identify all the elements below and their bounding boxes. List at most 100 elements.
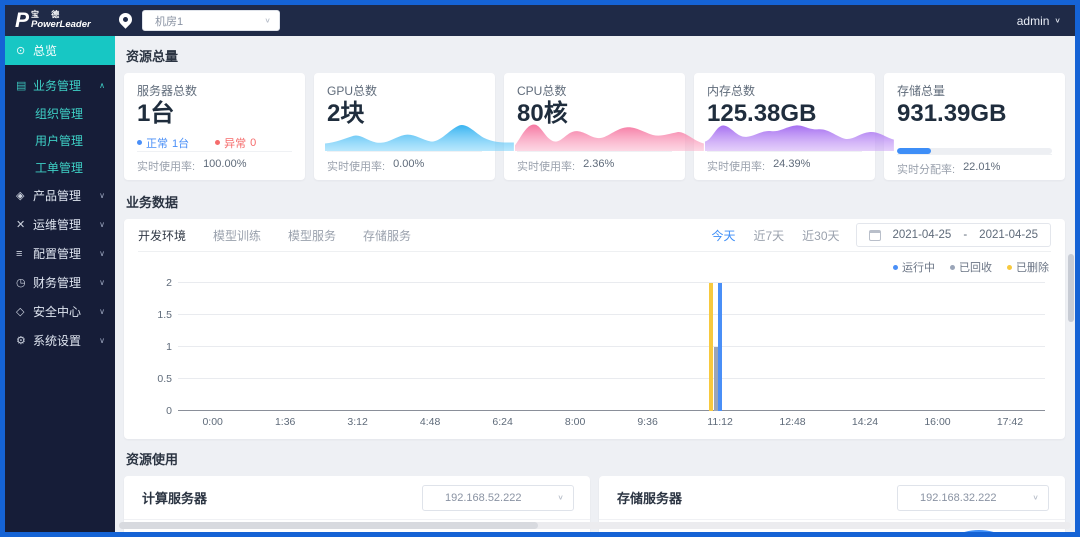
vertical-scrollbar-thumb[interactable] [1068,254,1074,322]
shield-icon: ◇ [16,306,25,318]
tab-model-service[interactable]: 模型服务 [288,227,336,244]
storage-server-select[interactable]: 192.168.32.222 ∨ [897,484,1049,511]
y-axis-label: 0 [166,405,172,417]
tab-model-training[interactable]: 模型训练 [213,227,261,244]
date-range-picker[interactable]: 2021-04-25 - 2021-04-25 [855,223,1051,247]
chart-bar-已回收[interactable] [713,347,718,411]
x-axis-label: 6:24 [492,416,513,428]
status-dot [215,140,221,146]
chevron-down-icon: ∨ [1054,16,1061,25]
gridline [178,378,1045,379]
resource-usage-title: 资源使用 [126,452,179,467]
x-axis-label: 11:12 [707,416,733,428]
tab-dev-env[interactable]: 开发环境 [138,227,186,244]
powerleader-logo-icon: P [15,9,30,32]
gridline [178,314,1045,315]
status-dot [137,140,142,146]
sidebar-item-ops-mgmt[interactable]: ✕ 运维管理 ∨ [5,210,115,239]
main-content: 资源总量 服务器总数 1台 正常 1台 异常 0 实时使用率: 100.00% … [115,36,1075,532]
sidebar-item-business-mgmt[interactable]: ▤ 业务管理 ∧ [5,71,115,100]
x-axis-label: 9:36 [637,416,658,428]
x-axis-label: 4:48 [419,416,441,428]
legend-dot [893,264,898,270]
y-axis-label: 1.5 [157,309,172,321]
memory-total-card: 内存总数 125.38GB 实时使用率: 24.39% [694,73,894,180]
brand-name-cn: 宝 德 [31,10,65,20]
business-tabbar: 开发环境 模型训练 模型服务 存储服务 今天 近7天 近30天 2021-04-… [138,219,1051,252]
sidebar-item-security-center[interactable]: ◇ 安全中心 ∨ [5,297,115,326]
x-axis-label: 16:00 [924,416,951,428]
brand-name-en: PowerLeader [31,19,91,31]
date-start: 2021-04-25 [892,229,952,241]
chart-legend: 运行中 已回收 已删除 [138,252,1051,277]
horizontal-scrollbar[interactable] [119,522,1071,529]
y-axis-label: 0.5 [157,373,172,385]
tab-storage-service[interactable]: 存储服务 [363,227,411,244]
room-select[interactable]: 机房1 ∨ [142,10,280,31]
user-menu[interactable]: admin ∨ [1017,14,1061,28]
chart-bar-运行中[interactable] [718,283,723,411]
storage-total-value: 931.39GB [897,100,1007,127]
legend-running[interactable]: 运行中 [893,259,935,275]
legend-dot [1007,264,1012,270]
business-data-title: 业务数据 [126,195,179,210]
chevron-down-icon: ∨ [99,336,105,345]
cpu-total-card: CPU总数 80核 实时使用率: 2.36% [504,73,704,180]
calendar-icon [868,229,881,241]
legend-deleted[interactable]: 已删除 [1007,259,1049,275]
sliders-icon: ≡ [16,247,23,260]
dashboard-icon: ⊙ [16,45,26,57]
horizontal-scrollbar-thumb[interactable] [119,522,538,529]
server-abnormal-status: 异常 0 [215,135,256,151]
server-normal-status: 正常 1台 [137,135,189,151]
chevron-down-icon: ∨ [99,249,105,258]
range-7days[interactable]: 近7天 [753,227,784,244]
x-axis-label: 0:00 [202,416,223,428]
x-axis-label: 3:12 [347,416,368,428]
product-icon: ◈ [16,190,25,202]
gridline [178,346,1045,347]
room-select-value: 机房1 [155,15,184,28]
chevron-down-icon: ∨ [1032,493,1039,502]
server-total-value: 1台 [137,100,175,127]
location-pin-icon [116,10,135,29]
memory-sparkline [705,125,894,151]
gpu-sparkline [325,124,514,151]
sidebar-item-org-mgmt[interactable]: 组织管理 [5,100,115,127]
chevron-down-icon: ∨ [99,307,105,316]
summary-cards: 服务器总数 1台 正常 1台 异常 0 实时使用率: 100.00% GPU总数… [124,73,1065,180]
sidebar-item-ticket-mgmt[interactable]: 工单管理 [5,154,115,181]
storage-total-card: 存储总量 931.39GB 实时分配率: 22.01% [884,73,1065,180]
chevron-up-icon: ∧ [99,81,105,90]
x-axis-label: 12:48 [779,416,806,428]
range-30days[interactable]: 近30天 [802,227,839,244]
sidebar-item-overview[interactable]: ⊙ 总览 [5,36,115,65]
x-axis-label: 8:00 [564,416,586,428]
sidebar: ⊙ 总览 ▤ 业务管理 ∧ 组织管理 用户管理 工单管理 ◈ 产品管理 ∨ ✕ … [5,36,115,532]
sidebar-item-finance-mgmt[interactable]: ◷ 财务管理 ∨ [5,268,115,297]
chevron-down-icon: ∨ [557,493,564,502]
legend-dot [950,264,955,270]
compute-server-select[interactable]: 192.168.52.222 ∨ [422,484,574,511]
sidebar-item-config-mgmt[interactable]: ≡ 配置管理 ∨ [5,239,115,268]
x-axis-label: 17:42 [996,416,1024,428]
gridline [178,282,1045,283]
app-window: P 宝 德 PowerLeader 机房1 ∨ admin ∨ ⊙ 总览 ▤ 业… [0,0,1080,537]
chevron-down-icon: ∨ [99,278,105,287]
gpu-total-card: GPU总数 2块 实时使用率: 0.00% [314,73,514,180]
sidebar-item-system-settings[interactable]: ⚙ 系统设置 ∨ [5,326,115,355]
cpu-sparkline [515,124,704,151]
x-axis-label: 1:36 [274,416,296,428]
storage-allocation-bar [897,147,1052,154]
chart-bar-已删除[interactable] [708,283,713,411]
resource-summary-title: 资源总量 [126,49,179,64]
chevron-down-icon: ∨ [99,220,105,229]
legend-recycled[interactable]: 已回收 [950,259,992,275]
business-bar-chart: 0 0.5 1 1.5 2 0:00 1:36 3:12 4:48 6:24 8:00 9:36 11:… [138,277,1051,431]
sidebar-item-user-mgmt[interactable]: 用户管理 [5,127,115,154]
finance-clock-icon: ◷ [16,277,26,289]
range-today[interactable]: 今天 [711,227,735,244]
sidebar-item-product-mgmt[interactable]: ◈ 产品管理 ∨ [5,181,115,210]
brand-logo[interactable]: P 宝 德 PowerLeader [15,10,111,31]
topbar: P 宝 德 PowerLeader 机房1 ∨ admin ∨ [5,5,1075,36]
